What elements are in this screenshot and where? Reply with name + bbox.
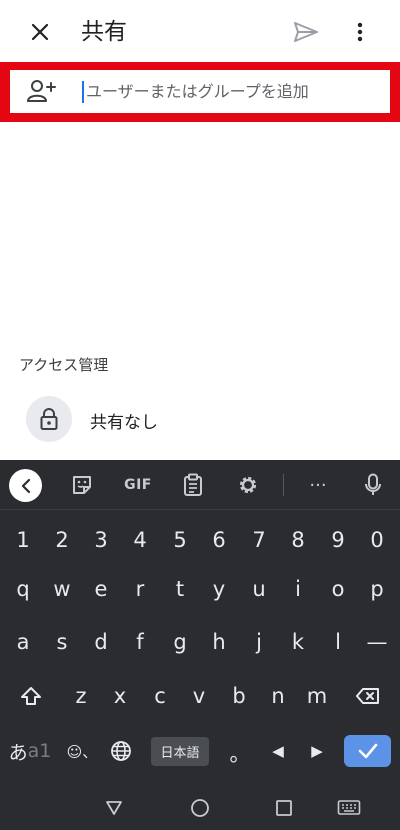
key-o[interactable]: o <box>320 567 356 611</box>
key-x[interactable]: x <box>102 674 138 718</box>
nav-back-button[interactable] <box>100 794 128 822</box>
backspace-key[interactable] <box>350 674 386 718</box>
key-b[interactable]: b <box>221 674 257 718</box>
key-7[interactable]: 7 <box>241 518 277 562</box>
key-v[interactable]: v <box>181 674 217 718</box>
close-icon <box>31 23 49 41</box>
access-section-label: アクセス管理 <box>19 356 109 374</box>
app-header: 共有 <box>0 0 400 62</box>
more-toolbar-button[interactable]: ··· <box>305 472 331 498</box>
clipboard-icon <box>184 473 202 496</box>
check-icon <box>358 743 377 759</box>
key-4[interactable]: 4 <box>122 518 158 562</box>
globe-icon <box>111 741 131 761</box>
sticker-button[interactable] <box>69 472 95 498</box>
lang-toggle-a: あ <box>8 741 28 764</box>
chevron-left-icon <box>21 478 30 493</box>
add-people-input[interactable] <box>82 76 378 107</box>
key-2[interactable]: 2 <box>44 518 80 562</box>
period-key[interactable]: 。 <box>222 731 258 775</box>
key-i[interactable]: i <box>280 567 316 611</box>
key-j[interactable]: j <box>241 620 277 664</box>
close-button[interactable] <box>20 12 60 52</box>
toolbar-divider <box>283 474 284 496</box>
key-8[interactable]: 8 <box>280 518 316 562</box>
system-nav-bar <box>0 784 400 830</box>
globe-key[interactable] <box>103 729 139 773</box>
key-n[interactable]: n <box>260 674 296 718</box>
key-r[interactable]: r <box>122 567 158 611</box>
left-arrow-key[interactable]: ◀ <box>260 729 296 773</box>
triangle-back-icon <box>106 801 122 815</box>
key-g[interactable]: g <box>162 620 198 664</box>
circle-home-icon <box>191 799 209 817</box>
key-c[interactable]: c <box>142 674 178 718</box>
mic-icon <box>365 473 381 495</box>
key-q[interactable]: q <box>5 567 41 611</box>
shift-key[interactable] <box>13 674 49 718</box>
shift-icon <box>21 687 41 705</box>
more-options-button[interactable] <box>340 12 380 52</box>
soft-keyboard: GIF ··· 1 2 3 4 5 6 7 8 9 0 q w e r t y … <box>0 460 400 830</box>
key-d[interactable]: d <box>83 620 119 664</box>
settings-button[interactable] <box>235 472 261 498</box>
key-dash[interactable]: — <box>359 620 395 664</box>
key-3[interactable]: 3 <box>83 518 119 562</box>
gif-button[interactable]: GIF <box>122 472 154 498</box>
key-1[interactable]: 1 <box>5 518 41 562</box>
enter-key[interactable] <box>344 735 391 767</box>
key-5[interactable]: 5 <box>162 518 198 562</box>
key-y[interactable]: y <box>201 567 237 611</box>
page-title: 共有 <box>81 19 127 45</box>
key-p[interactable]: p <box>359 567 395 611</box>
nav-keyboard-button[interactable] <box>335 794 363 822</box>
nav-recents-button[interactable] <box>270 794 298 822</box>
gif-label: GIF <box>124 477 152 493</box>
key-u[interactable]: u <box>241 567 277 611</box>
nav-home-button[interactable] <box>186 794 214 822</box>
square-recents-icon <box>276 800 292 816</box>
key-0[interactable]: 0 <box>359 518 395 562</box>
sticker-icon <box>73 476 91 494</box>
more-vert-icon <box>357 22 363 42</box>
backspace-icon <box>356 688 379 704</box>
lang-toggle-key[interactable]: あ a1 <box>6 729 54 773</box>
language-key[interactable]: 日本語 <box>151 737 209 766</box>
send-icon <box>294 22 318 42</box>
keyboard-back-button[interactable] <box>9 469 42 502</box>
key-6[interactable]: 6 <box>201 518 237 562</box>
key-9[interactable]: 9 <box>320 518 356 562</box>
keyboard-toolbar: GIF ··· <box>0 460 400 510</box>
gear-icon <box>239 476 257 494</box>
add-people-row[interactable] <box>10 70 390 113</box>
key-k[interactable]: k <box>280 620 316 664</box>
mic-button[interactable] <box>360 472 386 498</box>
key-l[interactable]: l <box>320 620 356 664</box>
clipboard-button[interactable] <box>180 472 206 498</box>
lock-avatar[interactable] <box>26 396 72 442</box>
key-t[interactable]: t <box>162 567 198 611</box>
lock-icon <box>40 408 58 430</box>
more-dots-label: ··· <box>309 474 327 496</box>
person-add-icon <box>27 80 56 102</box>
key-h[interactable]: h <box>201 620 237 664</box>
key-f[interactable]: f <box>122 620 158 664</box>
keyboard-icon <box>337 800 361 815</box>
emoji-punct-key[interactable]: ☺、 <box>64 729 100 773</box>
key-a[interactable]: a <box>5 620 41 664</box>
key-s[interactable]: s <box>44 620 80 664</box>
lang-toggle-b: a1 <box>27 740 52 762</box>
right-arrow-key[interactable]: ▶ <box>299 729 335 773</box>
send-button[interactable] <box>286 12 326 52</box>
access-status[interactable]: 共有なし <box>90 408 158 433</box>
key-m[interactable]: m <box>299 674 335 718</box>
text-cursor <box>82 81 84 103</box>
key-w[interactable]: w <box>44 567 80 611</box>
key-e[interactable]: e <box>83 567 119 611</box>
key-z[interactable]: z <box>63 674 99 718</box>
